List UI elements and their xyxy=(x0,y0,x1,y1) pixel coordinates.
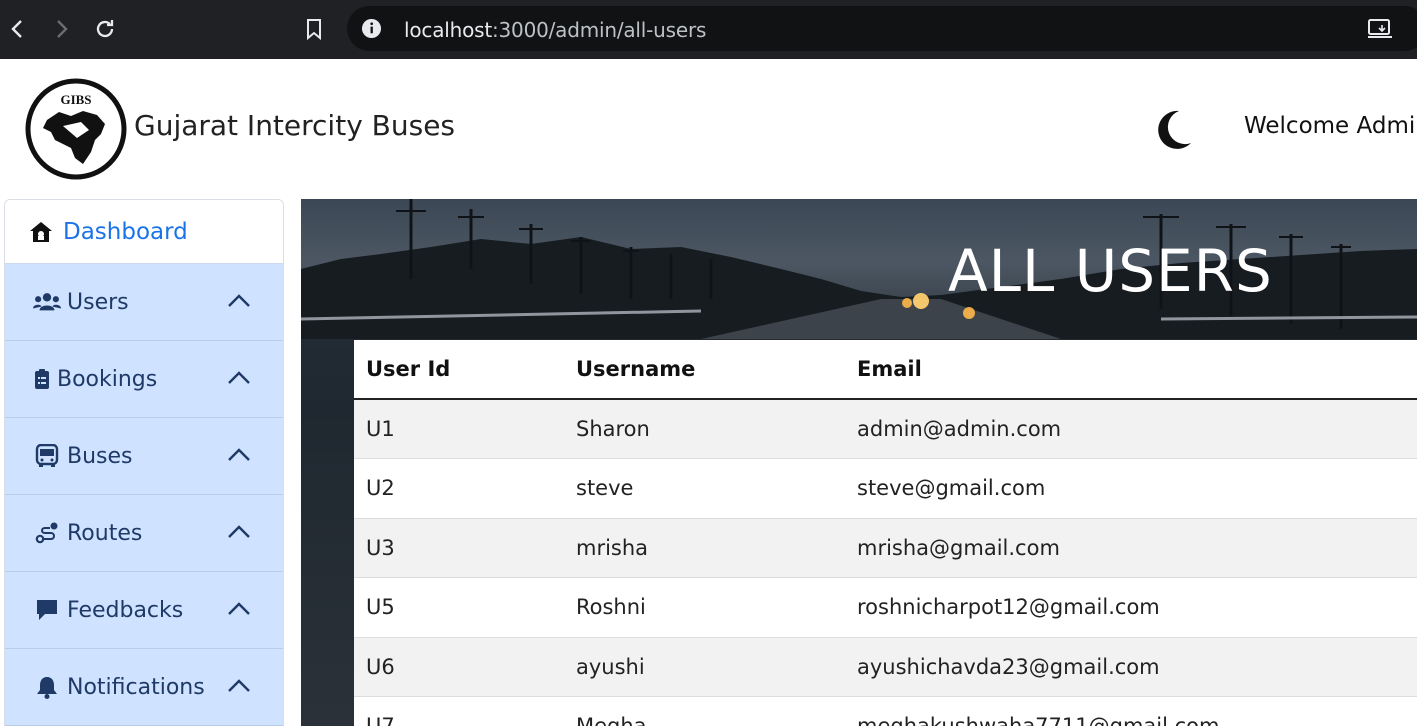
cell-username: mrisha xyxy=(564,518,845,578)
table-row[interactable]: U6 ayushi ayushichavda23@gmail.com xyxy=(354,637,1417,697)
comment-icon xyxy=(33,597,61,623)
sidebar-item-dashboard[interactable]: Dashboard xyxy=(5,200,283,264)
reload-icon[interactable] xyxy=(90,14,120,44)
cell-email: roshnicharpot12@gmail.com xyxy=(845,577,1417,638)
sidebar-item-notifications[interactable]: Notifications xyxy=(5,649,283,726)
cell-email: admin@admin.com xyxy=(845,399,1417,459)
sidebar-item-label: Buses xyxy=(67,443,133,469)
cell-user-id: U1 xyxy=(354,399,564,459)
sidebar-item-bookings[interactable]: Bookings xyxy=(5,341,283,418)
bus-icon xyxy=(33,443,61,469)
table-row[interactable]: U1 Sharon admin@admin.com xyxy=(354,399,1417,459)
cell-username: Sharon xyxy=(564,399,845,459)
cell-username: steve xyxy=(564,458,845,519)
column-header-user-id: User Id xyxy=(354,340,564,400)
sidebar-item-routes[interactable]: Routes xyxy=(5,495,283,572)
table-row[interactable]: U7 Megha meghakushwaha7711@gmail.com xyxy=(354,696,1417,726)
moon-icon[interactable] xyxy=(1153,107,1193,151)
sidebar-item-users[interactable]: Users xyxy=(5,264,283,341)
url-text[interactable]: localhost:3000/admin/all-users xyxy=(404,18,706,42)
sidebar-item-label: Users xyxy=(67,289,129,315)
sidebar-item-label: Feedbacks xyxy=(67,597,184,623)
cell-user-id: U5 xyxy=(354,577,564,638)
info-icon[interactable] xyxy=(361,18,382,39)
sidebar-item-label: Dashboard xyxy=(63,218,188,245)
cell-email: meghakushwaha7711@gmail.com xyxy=(845,696,1417,726)
table-header-row: User Id Username Email xyxy=(354,340,1417,400)
cell-user-id: U6 xyxy=(354,637,564,697)
cell-email: steve@gmail.com xyxy=(845,458,1417,519)
cell-email: mrisha@gmail.com xyxy=(845,518,1417,578)
sidebar-item-label: Notifications xyxy=(67,674,205,700)
chevron-up-icon[interactable] xyxy=(227,677,251,693)
chevron-up-icon[interactable] xyxy=(227,600,251,616)
sidebar-item-label: Bookings xyxy=(57,366,158,392)
column-header-email: Email xyxy=(845,340,1417,400)
route-icon xyxy=(33,520,61,546)
install-app-icon[interactable] xyxy=(1367,18,1393,40)
page-title: ALL USERS xyxy=(948,237,1273,305)
sidebar-item-feedbacks[interactable]: Feedbacks xyxy=(5,572,283,649)
sidebar: Dashboard Users Bookings Buses Routes Fe xyxy=(4,199,284,726)
clipboard-icon xyxy=(33,366,51,392)
users-icon xyxy=(33,289,61,315)
bell-icon xyxy=(33,674,61,700)
cell-username: Megha xyxy=(564,696,845,726)
cell-username: Roshni xyxy=(564,577,845,638)
sidebar-item-buses[interactable]: Buses xyxy=(5,418,283,495)
app-header: GIBS Gujarat Intercity Buses Welcome Adm… xyxy=(0,59,1417,199)
chevron-up-icon[interactable] xyxy=(227,292,251,308)
chevron-up-icon[interactable] xyxy=(227,523,251,539)
users-table: User Id Username Email U1 Sharon admin@a… xyxy=(354,340,1417,726)
sidebar-item-label: Routes xyxy=(67,520,143,546)
brand-name: Gujarat Intercity Buses xyxy=(134,109,456,142)
welcome-text: Welcome Admin, xyxy=(1244,113,1417,139)
logo[interactable]: GIBS xyxy=(25,78,127,180)
cell-user-id: U2 xyxy=(354,458,564,519)
home-icon xyxy=(27,219,55,245)
bookmark-icon[interactable] xyxy=(299,14,329,44)
browser-toolbar: localhost:3000/admin/all-users xyxy=(0,0,1417,59)
forward-icon[interactable] xyxy=(46,14,76,44)
logo-text: GIBS xyxy=(60,92,91,107)
cell-user-id: U3 xyxy=(354,518,564,578)
back-icon[interactable] xyxy=(3,14,33,44)
table-row[interactable]: U3 mrisha mrisha@gmail.com xyxy=(354,518,1417,578)
table-row[interactable]: U5 Roshni roshnicharpot12@gmail.com xyxy=(354,577,1417,638)
cell-username: ayushi xyxy=(564,637,845,697)
cell-user-id: U7 xyxy=(354,696,564,726)
table-row[interactable]: U2 steve steve@gmail.com xyxy=(354,458,1417,519)
address-bar[interactable]: localhost:3000/admin/all-users xyxy=(347,6,1417,51)
chevron-up-icon[interactable] xyxy=(227,369,251,385)
column-header-username: Username xyxy=(564,340,845,400)
cell-email: ayushichavda23@gmail.com xyxy=(845,637,1417,697)
chevron-up-icon[interactable] xyxy=(227,446,251,462)
